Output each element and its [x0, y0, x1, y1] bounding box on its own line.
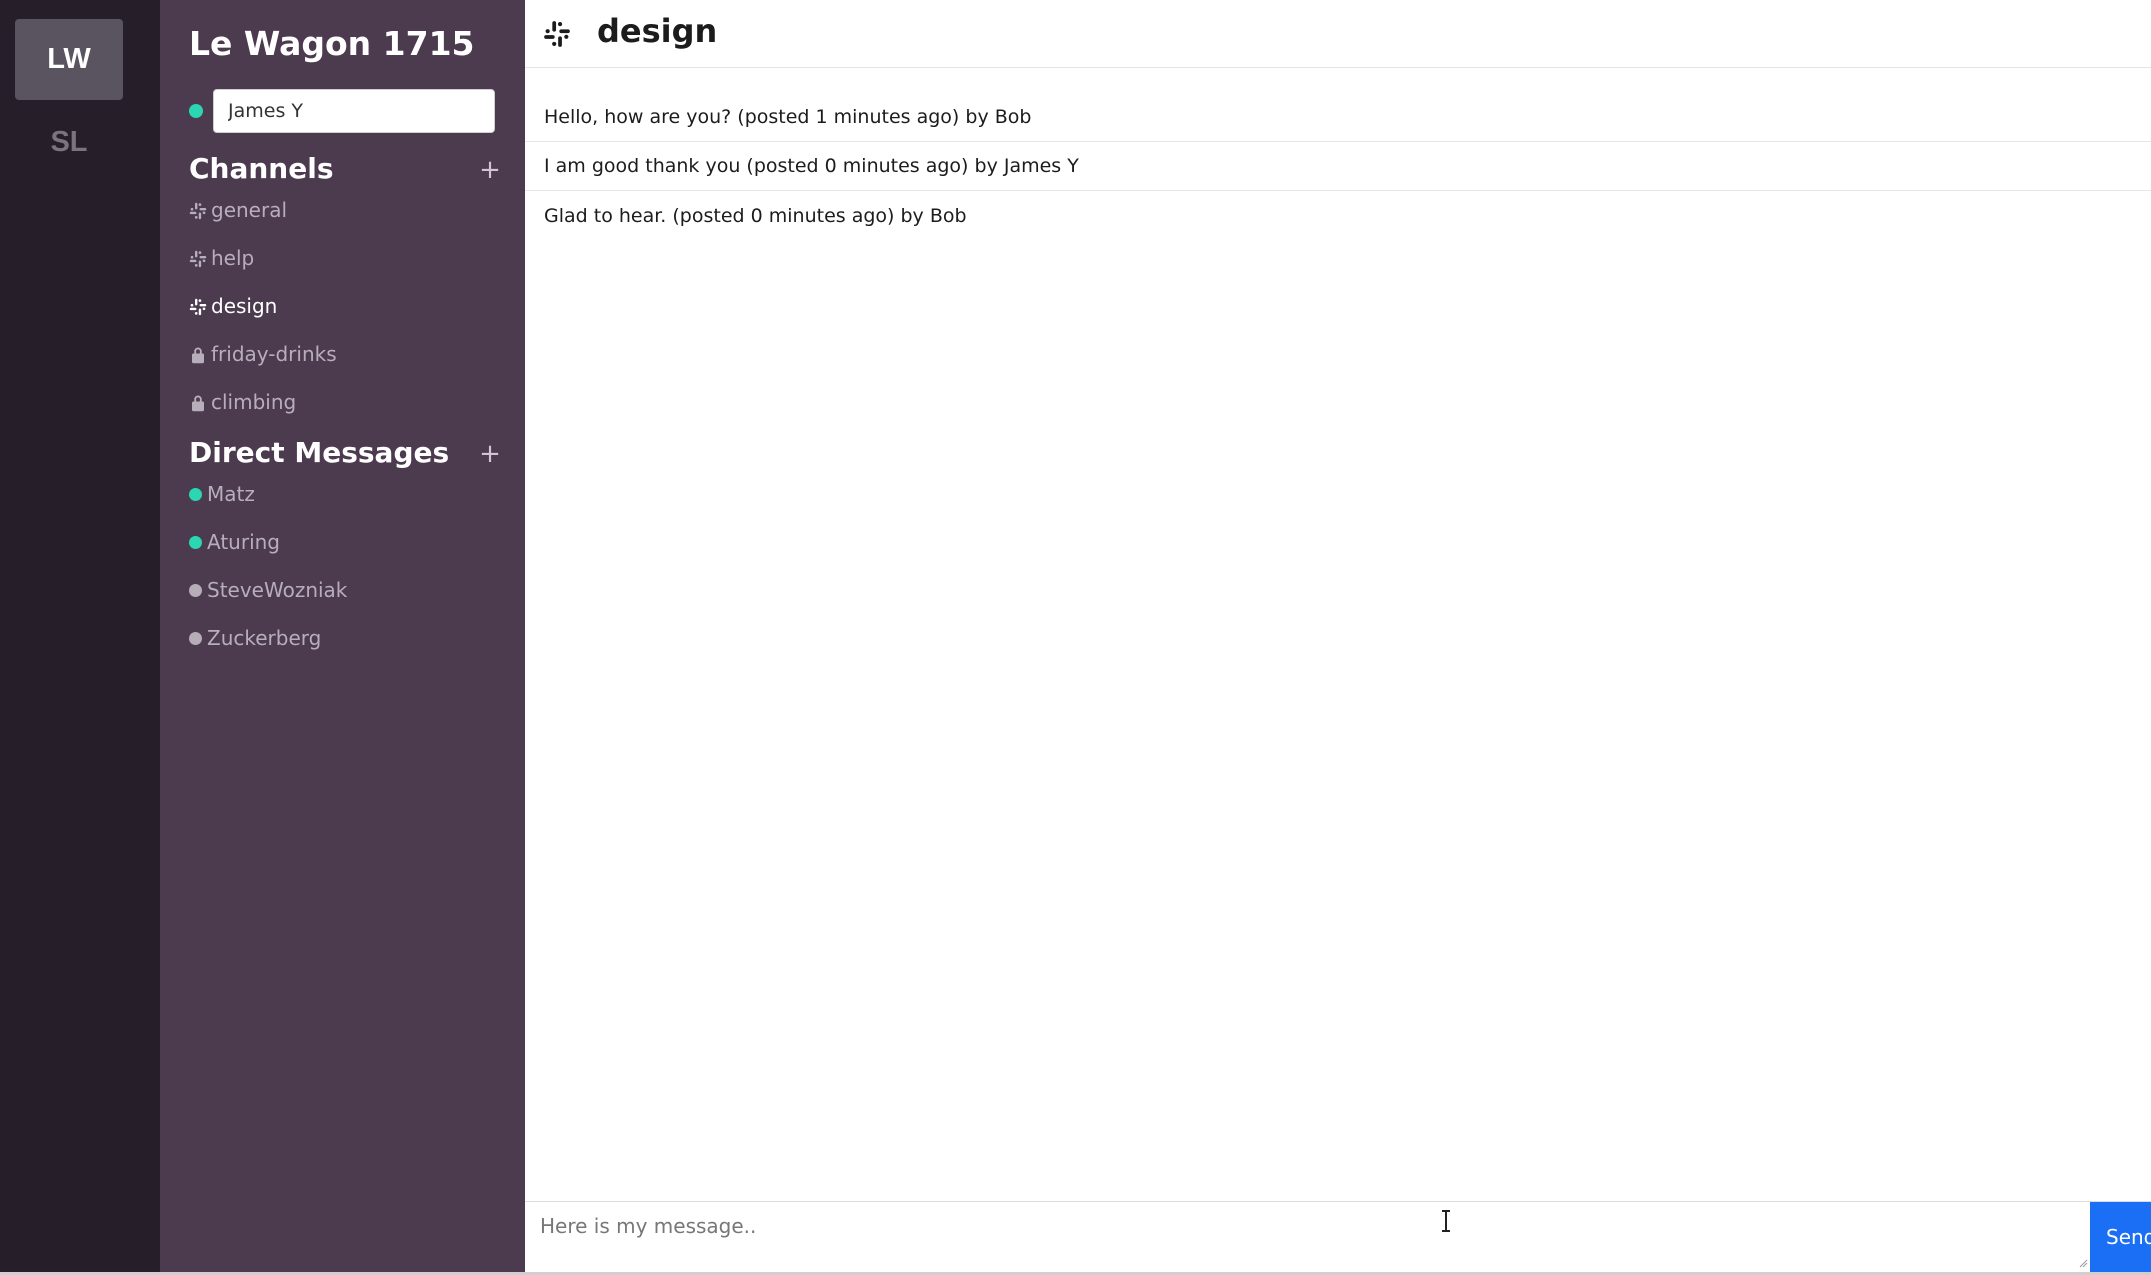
workspace-rail: LW SL [0, 0, 160, 1272]
sidebar-channel-friday-drinks[interactable]: friday-drinks [189, 337, 337, 371]
online-status-icon [189, 104, 203, 118]
message-item: Glad to hear. (posted 0 minutes ago) by … [544, 204, 967, 227]
username-input[interactable] [213, 89, 495, 133]
dm-label: Matz [207, 482, 255, 506]
text-cursor-icon [1442, 1210, 1450, 1232]
sidebar-channel-help[interactable]: help [189, 241, 254, 275]
direct-messages-heading: Direct Messages [189, 436, 450, 469]
channel-label: climbing [211, 390, 297, 414]
slack-hash-icon [189, 297, 207, 316]
sidebar-channel-design[interactable]: design [189, 289, 277, 323]
dm-label: Aturing [207, 530, 280, 554]
online-status-icon [189, 487, 202, 501]
sidebar-channel-climbing[interactable]: climbing [189, 385, 296, 419]
channel-label: friday-drinks [211, 342, 337, 366]
main-panel: design Hello, how are you? (posted 1 min… [525, 0, 2151, 1272]
send-button[interactable]: Send [2090, 1202, 2151, 1272]
channel-label: design [211, 294, 278, 318]
workspace-sl[interactable]: SL [15, 102, 123, 183]
message-list: Hello, how are you? (posted 1 minutes ag… [525, 93, 2151, 240]
channel-title: design [597, 12, 718, 50]
dm-item-matz[interactable]: Matz [189, 477, 255, 511]
workspace-lw[interactable]: LW [15, 19, 123, 100]
message-item: Hello, how are you? (posted 1 minutes ag… [525, 93, 2151, 142]
channels-heading: Channels [189, 152, 334, 185]
channel-header: design [525, 0, 2151, 68]
channel-sidebar: Le Wagon 1715 Channels + general help desi… [160, 0, 525, 1272]
app: LW SL Le Wagon 1715 Channels + general he… [0, 0, 2151, 1275]
channel-label: help [211, 246, 255, 270]
add-dm-button[interactable]: + [478, 441, 502, 467]
dm-item-aturing[interactable]: Aturing [189, 525, 280, 559]
current-user-row [189, 88, 495, 134]
offline-status-icon [189, 631, 202, 645]
lock-icon [189, 345, 207, 364]
message-item: I am good thank you (posted 0 minutes ag… [525, 142, 2151, 191]
message-composer: Send [525, 1201, 2151, 1272]
message-input[interactable] [525, 1202, 2090, 1272]
slack-hash-icon [189, 249, 207, 268]
dm-item-stevewozniak[interactable]: SteveWozniak [189, 573, 347, 607]
resize-grip-icon[interactable] [2078, 1258, 2088, 1268]
lock-icon [189, 393, 207, 412]
dm-label: Zuckerberg [207, 626, 322, 650]
org-name: Le Wagon 1715 [189, 24, 475, 63]
channel-label: general [211, 198, 288, 222]
offline-status-icon [189, 583, 202, 597]
slack-hash-icon [544, 21, 570, 47]
online-status-icon [189, 535, 202, 549]
dm-label: SteveWozniak [207, 578, 348, 602]
add-channel-button[interactable]: + [478, 157, 502, 183]
dm-item-zuckerberg[interactable]: Zuckerberg [189, 621, 321, 655]
slack-hash-icon [189, 201, 207, 220]
sidebar-channel-general[interactable]: general [189, 193, 287, 227]
